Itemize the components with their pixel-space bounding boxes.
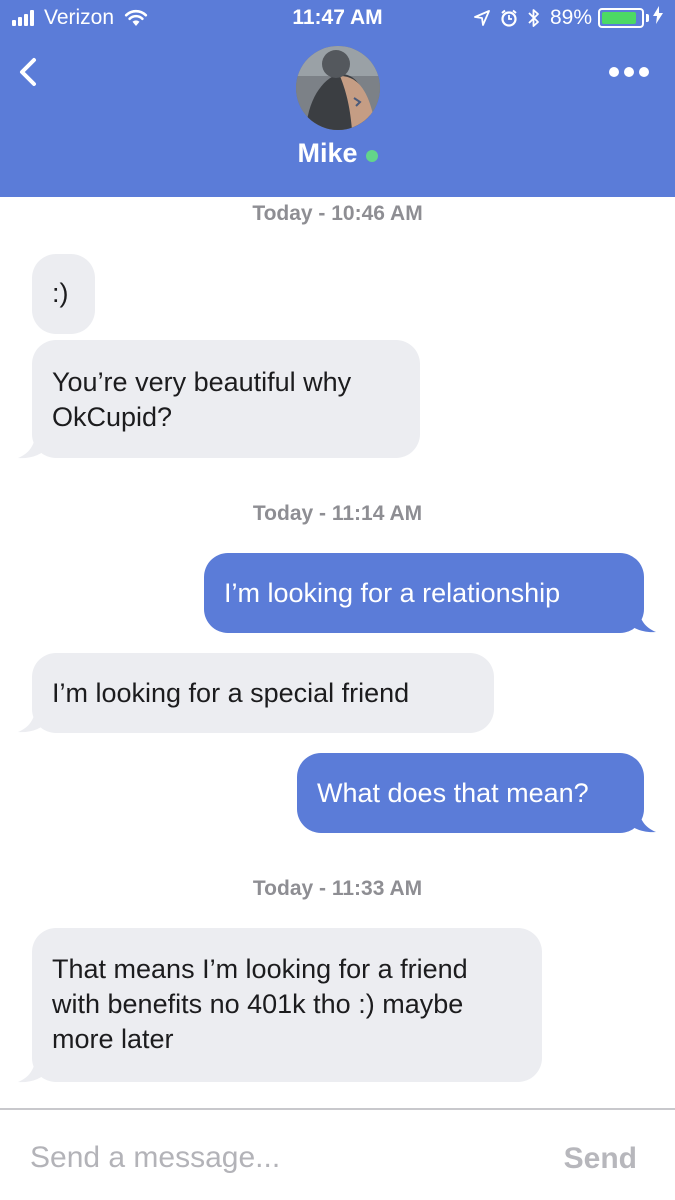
battery-level <box>602 12 636 24</box>
chat-header: Verizon 11:47 AM 89% Mike <box>0 0 675 197</box>
online-indicator <box>365 149 378 162</box>
battery-icon <box>598 8 644 28</box>
send-button[interactable]: Send <box>564 1142 637 1176</box>
message-incoming: I’m looking for a special friend <box>32 653 494 733</box>
contact-name[interactable]: Mike <box>297 138 357 168</box>
timestamp: Today - 10:46 AM <box>252 202 423 225</box>
message-incoming: You’re very beautiful why OkCupid? <box>32 340 420 458</box>
more-dot <box>639 67 649 77</box>
message-text: I’m looking for a relationship <box>224 578 561 608</box>
location-icon <box>474 10 490 26</box>
message-incoming: :) <box>32 254 95 334</box>
message-input[interactable] <box>30 1136 510 1180</box>
message-composer: Send <box>0 1108 675 1200</box>
more-dot <box>624 67 634 77</box>
message-outgoing: What does that mean? <box>297 753 644 833</box>
message-text: I’m looking for a special friend <box>52 678 410 708</box>
message-text: You’re very beautiful why OkCupid? <box>52 367 352 432</box>
avatar[interactable] <box>296 46 380 130</box>
back-button[interactable] <box>14 54 46 90</box>
more-options-button[interactable] <box>609 64 649 80</box>
message-text: That means I’m looking for a friend with… <box>52 954 468 1054</box>
more-dots-icon <box>609 67 619 77</box>
alarm-icon <box>500 9 518 27</box>
status-bar: Verizon 11:47 AM 89% <box>0 0 675 38</box>
message-incoming: That means I’m looking for a friend with… <box>32 928 542 1082</box>
timestamp: Today - 11:14 AM <box>252 502 423 525</box>
message-text: What does that mean? <box>317 778 589 808</box>
battery-percent: 89% <box>549 6 592 29</box>
battery-tip <box>646 14 649 22</box>
chevron-left-icon <box>20 58 36 86</box>
message-text: :) <box>52 278 69 308</box>
bluetooth-icon <box>528 8 540 28</box>
charging-icon <box>653 6 663 30</box>
message-outgoing: I’m looking for a relationship <box>204 553 644 633</box>
timestamp: Today - 11:33 AM <box>252 877 423 900</box>
